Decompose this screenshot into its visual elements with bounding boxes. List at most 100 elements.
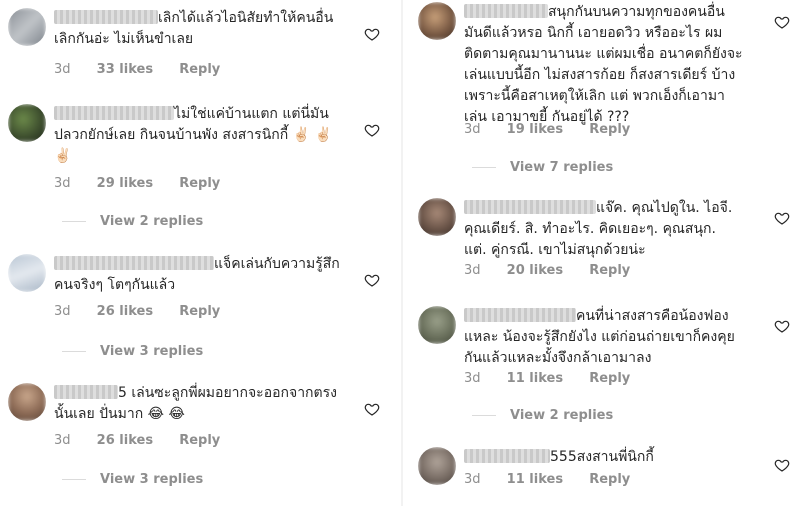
view-replies-button[interactable]: View 3 replies: [62, 344, 203, 359]
comment-time: 3d: [464, 122, 481, 137]
comment-meta: 3d 11 likes Reply: [464, 371, 652, 386]
comment-line: แต่. คู่กรณี. เขาไม่สนุกด้วยน่ะ: [464, 242, 646, 258]
avatar[interactable]: [8, 383, 46, 421]
comment-likes[interactable]: 29 likes: [97, 176, 153, 191]
comment-line: กันแล้วแหละมั้งจึงกล้าเอามาลง: [464, 350, 652, 366]
avatar[interactable]: [8, 104, 46, 142]
comment-meta: 3d 33 likes Reply: [54, 62, 242, 77]
replies-divider: [62, 479, 86, 480]
comment-text: 555สงสานพี่นิกกี้: [464, 447, 774, 468]
comment-line: 5 เล่นซะลูกพี่ผมอยากจะออกจากตรง: [54, 383, 354, 404]
comment-line: เล่นแบบนี้อีก ไม่สงสารก้อย ก็สงสารเดียร์…: [464, 67, 736, 83]
comment-time: 3d: [54, 433, 71, 448]
comment-meta: 3d 20 likes Reply: [464, 263, 652, 278]
comment-line: เลิกกันอ่ะ ไม่เห็นขำเลย: [54, 31, 194, 47]
reply-button[interactable]: Reply: [589, 371, 630, 386]
comment-time: 3d: [464, 371, 481, 386]
redacted-username: [464, 200, 596, 214]
reply-button[interactable]: Reply: [589, 263, 630, 278]
comment-line: มันดีแล้วหรอ นิกกี้ เอายอดวิว หรืออะไร ผ…: [464, 25, 723, 41]
replies-divider: [472, 167, 496, 168]
reply-button[interactable]: Reply: [179, 304, 220, 319]
comment-likes[interactable]: 19 likes: [507, 122, 563, 137]
redacted-username: [54, 10, 158, 24]
redacted-username: [464, 308, 576, 322]
heart-outline-icon[interactable]: [774, 457, 790, 473]
avatar[interactable]: [418, 447, 456, 485]
heart-outline-icon[interactable]: [364, 122, 380, 138]
comment-time: 3d: [464, 263, 481, 278]
comment-line-text: 555สงสานพี่นิกกี้: [550, 449, 654, 465]
comment-line-text: แจ็คเล่นกับความรู้สึก: [214, 256, 340, 272]
comment-line: ✌🏻: [54, 148, 72, 164]
view-replies-label: View 3 replies: [100, 472, 204, 487]
avatar[interactable]: [8, 8, 46, 46]
comment-time: 3d: [464, 472, 481, 487]
comment-text: สนุกกันบนความทุกของคนอื่น มันดีแล้วหรอ น…: [464, 2, 774, 128]
column-divider: [401, 0, 403, 506]
comment-time: 3d: [54, 176, 71, 191]
view-replies-label: View 2 replies: [100, 214, 204, 229]
comment-line: 555สงสานพี่นิกกี้: [464, 447, 774, 468]
comment-likes[interactable]: 33 likes: [97, 62, 153, 77]
reply-button[interactable]: Reply: [179, 433, 220, 448]
view-replies-button[interactable]: View 2 replies: [62, 214, 203, 229]
avatar[interactable]: [8, 254, 46, 292]
comment-text: แจ็คเล่นกับความรู้สึก คนจริงๆ โตๆกันแล้ว: [54, 254, 354, 296]
comment-line: ติดตามคุณมานานนะ แต่ผมเชื่อ อนาคตก็ยังจะ: [464, 46, 743, 62]
redacted-username: [54, 256, 214, 270]
comment-line: ปลวกยักษ์เลย กินจนบ้านพัง สงสารนิกกี้ ✌🏻…: [54, 127, 332, 143]
comment-likes[interactable]: 11 likes: [507, 472, 563, 487]
comment-line: แหละ น้องจะรู้สึกยังไง แต่ก่อนถ่ายเขาก็ค…: [464, 329, 735, 345]
heart-outline-icon[interactable]: [774, 14, 790, 30]
comment-likes[interactable]: 26 likes: [97, 433, 153, 448]
comment-line-text: แจ๊ค. คุณไปดูใน. ไอจี.: [596, 200, 733, 216]
reply-button[interactable]: Reply: [179, 176, 220, 191]
comment-line: นั้นเลย ปั่นมาก 😂 😂: [54, 406, 185, 422]
comment-likes[interactable]: 11 likes: [507, 371, 563, 386]
comment-meta: 3d 26 likes Reply: [54, 433, 242, 448]
comment-text: แจ๊ค. คุณไปดูใน. ไอจี. คุณเดียร์. สิ. ทำ…: [464, 198, 774, 261]
avatar[interactable]: [418, 306, 456, 344]
comments-column-left: เลิกได้แล้วไอนิสัยทำให้คนอื่น เลิกกันอ่ะ…: [0, 0, 382, 506]
avatar[interactable]: [418, 198, 456, 236]
heart-outline-icon[interactable]: [774, 210, 790, 226]
comment-text: ไม่ใช่แค่บ้านแตก แต่นี่มัน ปลวกยักษ์เลย …: [54, 104, 354, 167]
redacted-username: [464, 4, 548, 18]
replies-divider: [472, 415, 496, 416]
comment-time: 3d: [54, 62, 71, 77]
comment-likes[interactable]: 20 likes: [507, 263, 563, 278]
comment-line-text: คนที่น่าสงสารคือน้องฟอง: [576, 308, 729, 324]
comment-time: 3d: [54, 304, 71, 319]
redacted-username: [54, 385, 118, 399]
reply-button[interactable]: Reply: [589, 472, 630, 487]
comment-likes[interactable]: 26 likes: [97, 304, 153, 319]
comment-meta: 3d 19 likes Reply: [464, 122, 652, 137]
view-replies-label: View 3 replies: [100, 344, 204, 359]
comment-meta: 3d 11 likes Reply: [464, 472, 652, 487]
comment-line-text: เลิกได้แล้วไอนิสัยทำให้คนอื่น: [158, 10, 334, 26]
replies-divider: [62, 221, 86, 222]
heart-outline-icon[interactable]: [364, 26, 380, 42]
comment-text: คนที่น่าสงสารคือน้องฟอง แหละ น้องจะรู้สึ…: [464, 306, 774, 369]
comment-line: เลิกได้แล้วไอนิสัยทำให้คนอื่น: [54, 8, 354, 29]
avatar[interactable]: [418, 2, 456, 40]
view-replies-button[interactable]: View 7 replies: [472, 160, 613, 175]
comments-column-right: สนุกกันบนความทุกของคนอื่น มันดีแล้วหรอ น…: [410, 0, 792, 506]
reply-button[interactable]: Reply: [179, 62, 220, 77]
heart-outline-icon[interactable]: [364, 401, 380, 417]
view-replies-button[interactable]: View 2 replies: [472, 408, 613, 423]
view-replies-label: View 2 replies: [510, 408, 614, 423]
comment-line: สนุกกันบนความทุกของคนอื่น: [464, 2, 774, 23]
view-replies-label: View 7 replies: [510, 160, 614, 175]
comment-line: คุณเดียร์. สิ. ทำอะไร. คิดเยอะๆ. คุณสนุก…: [464, 221, 716, 237]
heart-outline-icon[interactable]: [774, 318, 790, 334]
heart-outline-icon[interactable]: [364, 272, 380, 288]
comment-line: คนจริงๆ โตๆกันแล้ว: [54, 277, 176, 293]
comment-line: แจ็คเล่นกับความรู้สึก: [54, 254, 354, 275]
reply-button[interactable]: Reply: [589, 122, 630, 137]
comment-line-text: ไม่ใช่แค่บ้านแตก แต่นี่มัน: [174, 106, 329, 122]
comment-line: เพราะนี้คือสาเหตุให้เลิก แต่ พวกเอ็งก็เอ…: [464, 88, 725, 104]
comment-line-text: 5 เล่นซะลูกพี่ผมอยากจะออกจากตรง: [118, 385, 337, 401]
view-replies-button[interactable]: View 3 replies: [62, 472, 203, 487]
